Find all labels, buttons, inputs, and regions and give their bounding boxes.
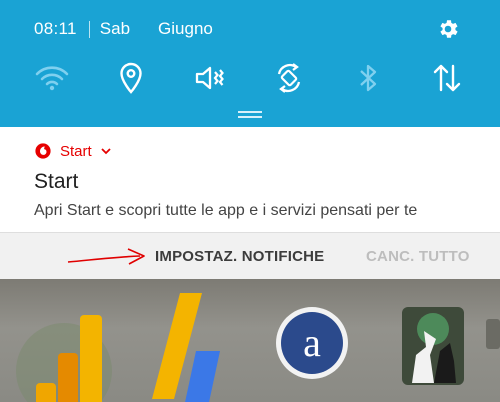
analytics-icon[interactable] [14,311,124,402]
annotation-arrow [67,248,145,265]
next-page-app-icon [486,319,500,349]
notification-actions: IMPOSTAZ. NOTIFICHE CANC. TUTTO [0,232,500,279]
toggle-bluetooth[interactable] [348,58,388,98]
clear-all-button[interactable]: CANC. TUTTO [366,233,470,280]
drag-handle[interactable] [238,111,262,119]
notification-header[interactable]: Start [35,141,112,161]
adsense-icon[interactable] [150,289,230,402]
toggle-rotation[interactable] [269,58,309,98]
svg-text:a: a [303,320,321,365]
home-screen: a [0,279,500,402]
notification-body: Apri Start e scopri tutte le app e i ser… [34,202,418,219]
auto-rotate-icon [277,63,301,93]
gear-icon[interactable] [436,17,460,41]
toggle-wifi[interactable] [32,58,72,98]
status-divider [88,20,90,38]
toggle-location[interactable] [111,58,151,98]
notification-settings-button[interactable]: IMPOSTAZ. NOTIFICHE [155,233,324,280]
notification-app-name: Start [60,142,92,160]
notification-title: Start [34,170,79,193]
quick-settings-panel: 08:11 Sab Giugno [0,0,500,127]
quick-toggles [0,58,500,98]
chess-icon[interactable] [396,301,470,391]
toggle-sound[interactable] [190,58,230,98]
sound-off-icon [195,66,224,90]
status-bar: 08:11 Sab Giugno [34,17,213,41]
location-icon [120,62,142,94]
vodafone-logo [35,143,51,159]
clock: 08:11 [34,19,77,38]
toggle-mobile-data[interactable] [427,58,467,98]
date-month: Giugno [158,19,213,38]
date-day: Sab [99,19,131,38]
data-transfer-icon [433,64,461,92]
bluetooth-icon [360,64,377,92]
chevron-down-icon[interactable] [100,145,112,157]
alexa-icon[interactable]: a [274,305,350,381]
notification-card[interactable]: Start Start Apri Start e scopri tutte le… [0,127,500,279]
wifi-icon [35,66,69,91]
